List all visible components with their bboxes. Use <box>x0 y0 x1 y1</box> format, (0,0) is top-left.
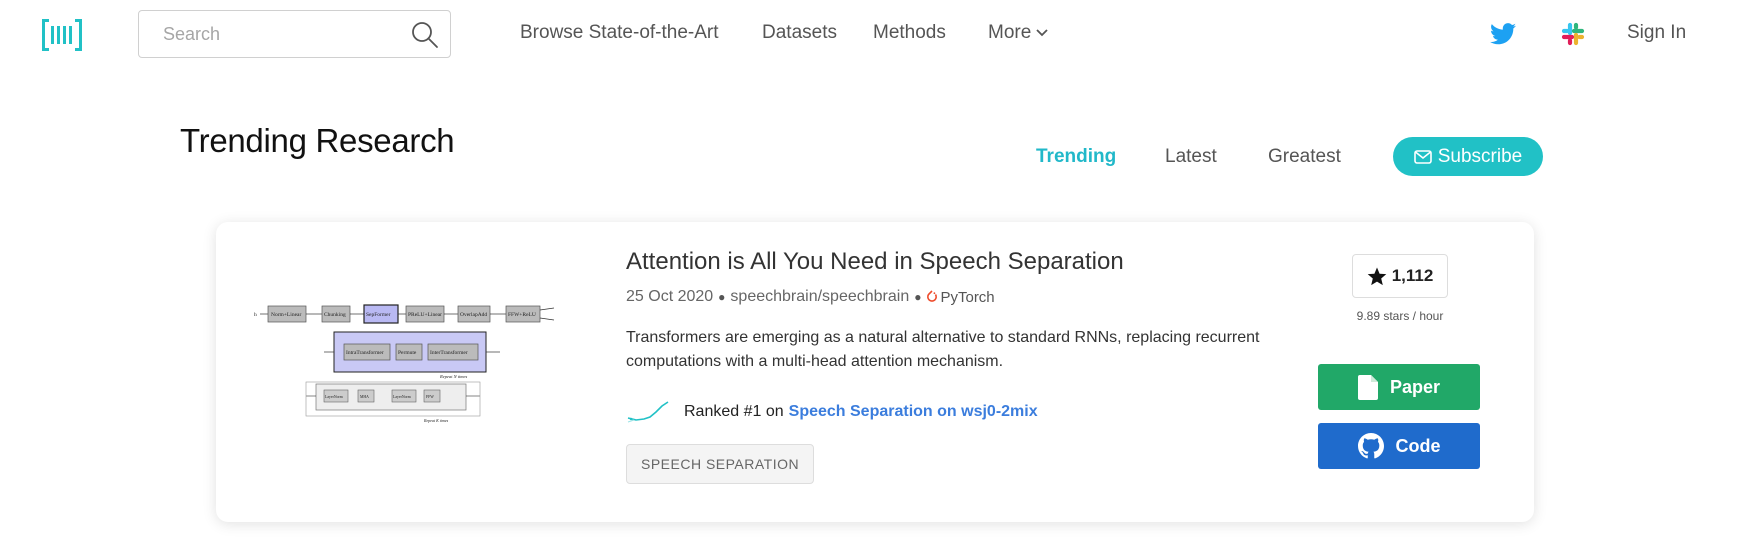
subscribe-button[interactable]: Subscribe <box>1393 137 1543 176</box>
task-tag[interactable]: SPEECH SEPARATION <box>626 444 815 484</box>
thumb-block-ffw-relu: FFW+ReLU <box>508 312 536 318</box>
thumb-block-permute: Permute <box>398 350 417 356</box>
tab-greatest[interactable]: Greatest <box>1268 146 1341 168</box>
chevron-down-icon <box>1036 29 1048 37</box>
papers-with-code-logo-icon[interactable] <box>42 17 82 53</box>
paper-thumbnail-image[interactable]: h Norm+Linear Chunking SepFormer PReLU+L… <box>254 286 584 426</box>
framework-label: PyTorch <box>940 288 995 306</box>
thumb-block-intratransformer: IntraTransformer <box>346 349 384 356</box>
thumb-repeat-label: Repeat N times <box>439 374 467 379</box>
paper-card: h Norm+Linear Chunking SepFormer PReLU+L… <box>216 222 1534 522</box>
subscribe-label: Subscribe <box>1437 145 1523 167</box>
thumb-block-intertransformer: InterTransformer <box>430 349 468 356</box>
github-stars-badge[interactable]: 1,112 <box>1352 254 1448 298</box>
search-box <box>138 10 451 58</box>
code-button-label: Code <box>1395 435 1441 456</box>
thumb-block-chunking: Chunking <box>324 312 346 318</box>
thumb-repeat-label-2: Repeat K times <box>423 418 449 423</box>
stars-count: 1,112 <box>1391 266 1434 285</box>
search-input[interactable] <box>163 11 403 57</box>
document-icon <box>1357 374 1378 400</box>
search-icon[interactable] <box>410 20 440 50</box>
thumb-block-prelu-linear: PReLU+Linear <box>408 312 442 318</box>
slack-icon[interactable] <box>1560 22 1586 46</box>
sign-in-link[interactable]: Sign In <box>1627 22 1686 44</box>
pytorch-icon <box>927 290 938 302</box>
paper-button[interactable]: Paper <box>1318 364 1480 410</box>
nav-browse-sota-link[interactable]: Browse State-of-the-Art <box>520 22 719 44</box>
paper-date: 25 Oct 2020 <box>626 288 714 305</box>
nav-methods-link[interactable]: Methods <box>873 22 946 44</box>
thumb-block-layernorm-2: LayerNorm <box>393 395 411 399</box>
thumb-block-layernorm-1: LayerNorm <box>325 395 343 399</box>
tab-latest[interactable]: Latest <box>1165 146 1217 168</box>
svg-text:h: h <box>254 312 257 318</box>
nav-more-label: More <box>988 22 1032 43</box>
framework-badge[interactable]: PyTorch <box>926 288 995 306</box>
twitter-icon[interactable] <box>1490 22 1516 46</box>
thumb-block-sepformer: SepFormer <box>366 312 391 318</box>
nav-datasets-link[interactable]: Datasets <box>762 22 837 44</box>
code-button[interactable]: Code <box>1318 423 1480 469</box>
thumb-block-mha: MHA <box>360 395 369 399</box>
star-icon <box>1367 267 1386 285</box>
rank-task-link[interactable]: Speech Separation on wsj0-2mix <box>789 403 1038 421</box>
sota-trend-sparkline-icon <box>627 401 669 423</box>
meta-separator: ● <box>718 290 726 304</box>
paper-title-link[interactable]: Attention is All You Need in Speech Sepa… <box>626 248 1124 276</box>
top-navbar: Browse State-of-the-Art Datasets Methods… <box>0 0 1742 70</box>
stars-per-hour: 9.89 stars / hour <box>1356 309 1444 323</box>
paper-meta: 25 Oct 2020 ● speechbrain/speechbrain ● … <box>626 288 995 306</box>
nav-more-dropdown[interactable]: More <box>988 22 1049 44</box>
meta-separator: ● <box>914 290 922 304</box>
paper-button-label: Paper <box>1389 376 1441 397</box>
ranking-row: Ranked #1 on Speech Separation on wsj0-2… <box>626 398 1038 426</box>
tab-trending[interactable]: Trending <box>1036 146 1116 168</box>
rank-prefix: Ranked #1 on <box>684 403 784 420</box>
thumb-block-ffw: FFW <box>426 395 434 399</box>
thumb-block-overlapadd: OverlapAdd <box>460 312 487 318</box>
envelope-icon <box>1413 149 1432 164</box>
paper-abstract: Transformers are emerging as a natural a… <box>626 329 1260 370</box>
github-icon <box>1357 433 1384 459</box>
thumb-block-norm-linear: Norm+Linear <box>271 312 301 318</box>
page-title: Trending Research <box>180 122 455 159</box>
repo-link[interactable]: speechbrain/speechbrain <box>730 288 909 306</box>
